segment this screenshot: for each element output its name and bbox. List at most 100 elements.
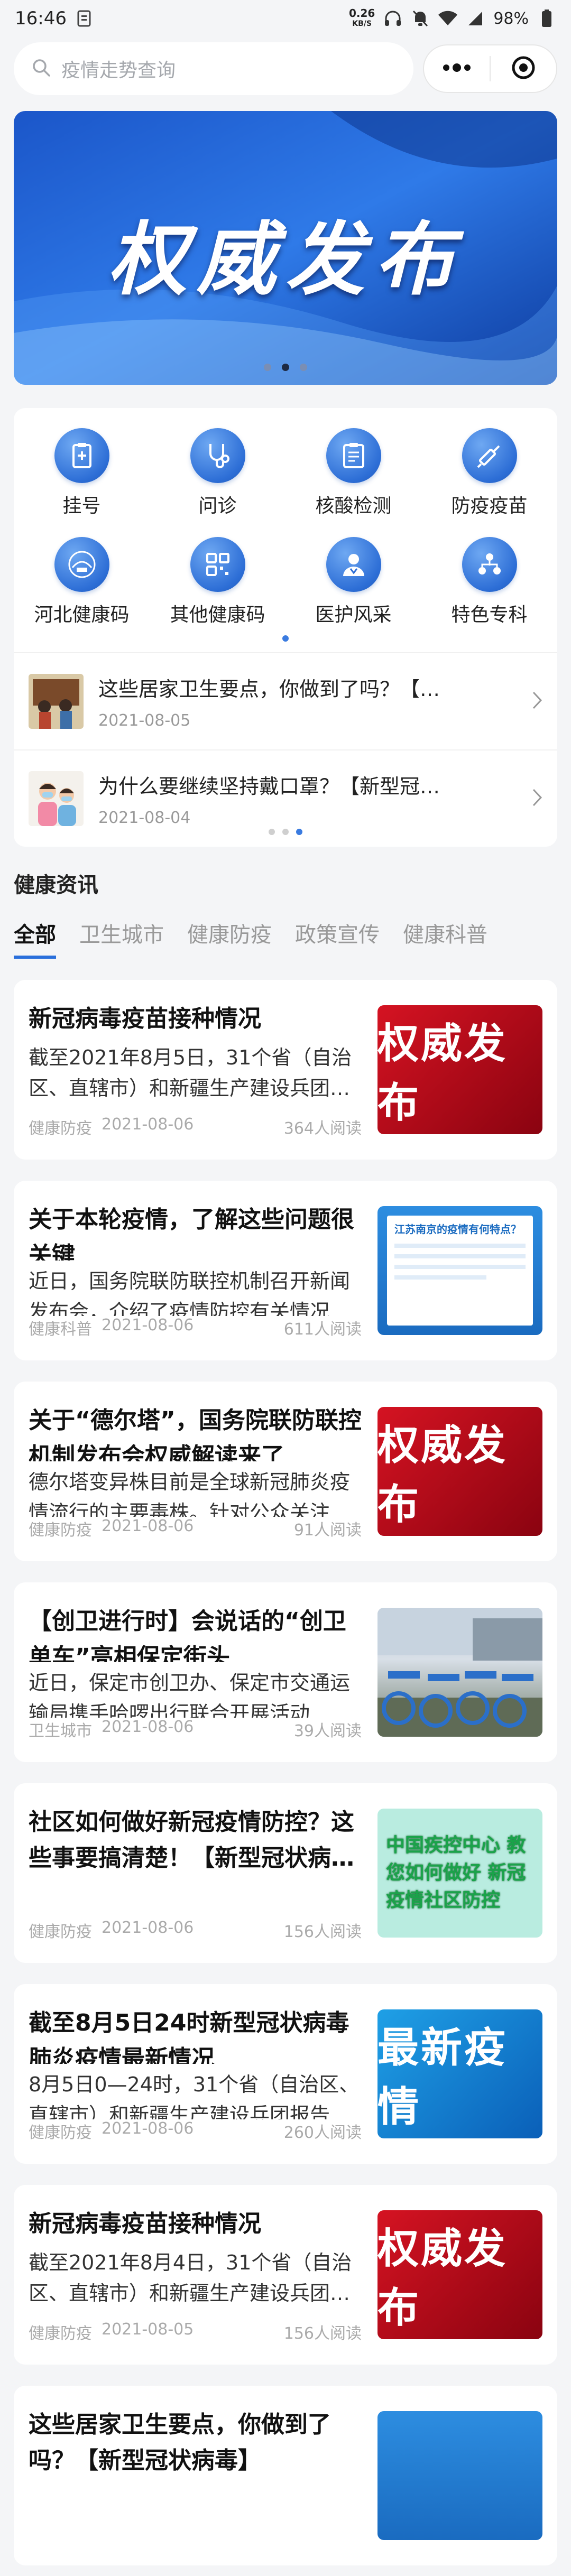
article-card[interactable]: 社区如何做好新冠疫情防控？这些事要搞清楚！【新型冠状病毒】 健康防疫 2021-…: [14, 1783, 557, 1963]
service-registration[interactable]: 挂号: [14, 428, 150, 518]
signal-icon: [466, 9, 485, 28]
article-summary: 截至2021年8月4日，31个省（自治区、直辖市）和新疆生产建设兵团累计报告接种…: [29, 2251, 352, 2305]
article-date: 2021-08-06: [102, 1919, 194, 1937]
chevron-right-icon: [532, 691, 542, 712]
thumbnail-text: 权威发布: [377, 1422, 508, 1528]
banner-indicator: [14, 364, 557, 371]
service-label: 挂号: [62, 495, 101, 517]
article-card[interactable]: 关于本轮疫情，了解这些问题很关键 近日，国务院联防联控机制召开新闻发布会，介绍了…: [14, 1181, 557, 1360]
service-hebei-health-code[interactable]: 河北健康码: [14, 537, 150, 627]
article-summary: 德尔塔变异株目前是全球新冠肺炎疫情流行的主要毒株。针对公众关注的问题: [29, 1470, 351, 1517]
notice-title: 为什么要继续坚持戴口罩？【新型冠…: [98, 775, 440, 798]
thumbnail-doc: 江苏南京的疫情有何特点？: [387, 1216, 533, 1326]
net-speed-value: 0.26: [348, 7, 375, 20]
tab-health-city[interactable]: 卫生城市: [79, 918, 164, 959]
tab-policy[interactable]: 政策宣传: [295, 918, 380, 959]
article-views: 364人阅读: [283, 1119, 362, 1138]
article-card[interactable]: 这些居家卫生要点，你做到了吗？【新型冠状病毒】: [14, 2386, 557, 2565]
status-time: 16:46: [15, 8, 67, 29]
article-card[interactable]: 截至8月5日24时新型冠状病毒肺炎疫情最新情况 8月5日0—24时，31个省（自…: [14, 1984, 557, 2164]
mini-program-capsule: [423, 44, 557, 93]
section-title: 健康资讯: [14, 873, 98, 897]
search-input[interactable]: 疫情走势查询: [14, 42, 413, 95]
tab-all[interactable]: 全部: [14, 918, 56, 959]
service-label: 问诊: [198, 495, 237, 517]
service-label: 医护风采: [315, 604, 392, 626]
service-consultation[interactable]: 问诊: [150, 428, 286, 518]
article-card[interactable]: 新冠病毒疫苗接种情况 截至2021年8月4日，31个省（自治区、直辖市）和新疆生…: [14, 2185, 557, 2365]
service-specialty[interactable]: 特色专科: [421, 537, 557, 627]
article-title: 关于“德尔塔”，国务院联防联控机制发布会权威解读来了: [29, 1407, 362, 1462]
thumbnail-text: 江苏南京的疫情有何特点？: [394, 1223, 521, 1236]
service-label: 核酸检测: [315, 495, 392, 517]
status-bar: 16:46 0.26 KB/S 98%: [0, 0, 571, 37]
article-views: 260人阅读: [283, 2124, 362, 2142]
article-summary: 8月5日0—24时，31个省（自治区、直辖市）和新疆生产建设兵团报告新增确诊病例: [29, 2073, 360, 2119]
article-title: 这些居家卫生要点，你做到了吗？【新型冠状病毒】: [29, 2411, 331, 2474]
article-date: 2021-08-06: [102, 1316, 194, 1335]
notice-date: 2021-08-05: [98, 711, 191, 730]
article-thumbnail: [377, 1608, 542, 1737]
article-title: 截至8月5日24时新型冠状病毒肺炎疫情最新情况: [29, 2009, 349, 2064]
article-category: 健康防疫: [29, 1119, 92, 1138]
article-date: 2021-08-06: [102, 1115, 194, 1134]
thumbnail-text: 权威发布: [377, 2225, 508, 2332]
top-bar: 疫情走势查询: [0, 37, 571, 100]
more-button[interactable]: [424, 45, 490, 92]
test-report-icon: [326, 428, 381, 483]
battery-icon: [537, 9, 556, 28]
article-thumbnail: 权威发布: [377, 1407, 542, 1536]
article-category: 卫生城市: [29, 1722, 92, 1740]
services-card: 挂号 问诊 核酸检测 防疫疫苗 河北健康码 其他健康码 医护风采 特色专科 这些…: [14, 408, 557, 847]
article-date: 2021-08-06: [102, 1517, 194, 1535]
article-title: 关于本轮疫情，了解这些问题很关键: [29, 1206, 354, 1261]
notice-dot-active: [296, 829, 302, 835]
article-summary: 近日，国务院联防联控机制召开新闻发布会，介绍了疫情防控有关情况: [29, 1270, 351, 1316]
service-other-health-code[interactable]: 其他健康码: [150, 537, 286, 627]
notice-thumbnail: [29, 674, 84, 729]
article-date: 2021-08-06: [102, 1718, 194, 1736]
headphones-icon: [383, 9, 402, 28]
article-summary: 近日，保定市创卫办、保定市交通运输局携手哈啰出行联合开展活动: [29, 1671, 351, 1718]
search-icon: [32, 58, 51, 79]
article-thumbnail: [377, 2411, 542, 2540]
service-medical-staff[interactable]: 医护风采: [286, 537, 421, 627]
notice-dot: [269, 829, 275, 835]
article-thumbnail: 权威发布: [377, 1005, 542, 1134]
article-thumbnail: 权威发布: [377, 2210, 542, 2339]
article-category: 健康防疫: [29, 2324, 92, 2343]
tab-health-science[interactable]: 健康科普: [403, 918, 487, 959]
service-nucleic-test[interactable]: 核酸检测: [286, 428, 421, 518]
target-circle-icon: [511, 55, 536, 82]
close-mini-program-button[interactable]: [491, 45, 556, 92]
notice-date: 2021-08-04: [98, 809, 191, 827]
service-vaccine[interactable]: 防疫疫苗: [421, 428, 557, 518]
doctor-icon: [326, 537, 381, 592]
battery-percent: 98%: [493, 9, 529, 28]
service-label: 特色专科: [451, 604, 528, 626]
hebei-emblem-icon: [54, 537, 109, 592]
qr-code-icon: [190, 537, 245, 592]
article-card[interactable]: 新冠病毒疫苗接种情况 截至2021年8月5日，31个省（自治区、直辖市）和新疆生…: [14, 980, 557, 1160]
bikes-photo: [377, 1608, 542, 1737]
service-label: 其他健康码: [170, 604, 265, 626]
article-views: 156人阅读: [283, 1923, 362, 1941]
banner-dot: [300, 364, 307, 371]
article-title: 【创卫进行时】会说话的“创卫单车”亮相保定街头: [29, 1608, 346, 1663]
article-views: 91人阅读: [293, 1521, 362, 1540]
article-category: 健康防疫: [29, 2124, 92, 2142]
thumbnail-text: 权威发布: [377, 1020, 508, 1127]
service-label: 河北健康码: [34, 604, 130, 626]
notice-item[interactable]: 这些居家卫生要点，你做到了吗？【… 2021-08-05: [14, 652, 557, 749]
article-card[interactable]: 【创卫进行时】会说话的“创卫单车”亮相保定街头 近日，保定市创卫办、保定市交通运…: [14, 1582, 557, 1762]
article-card[interactable]: 关于“德尔塔”，国务院联防联控机制发布会权威解读来了 德尔塔变异株目前是全球新冠…: [14, 1382, 557, 1561]
search-placeholder: 疫情走势查询: [61, 60, 176, 81]
thumbnail-text: 中国疾控中心 教您如何做好 新冠疫情社区防控: [386, 1834, 526, 1911]
article-title: 新冠病毒疫苗接种情况: [29, 2210, 261, 2237]
notice-thumbnail: [29, 771, 84, 826]
banner-carousel[interactable]: 权威发布: [14, 111, 557, 385]
banner-dot-active: [282, 364, 289, 371]
tab-epidemic-prevention[interactable]: 健康防疫: [187, 918, 272, 959]
service-label: 防疫疫苗: [451, 495, 528, 517]
clipboard-plus-icon: [54, 428, 109, 483]
